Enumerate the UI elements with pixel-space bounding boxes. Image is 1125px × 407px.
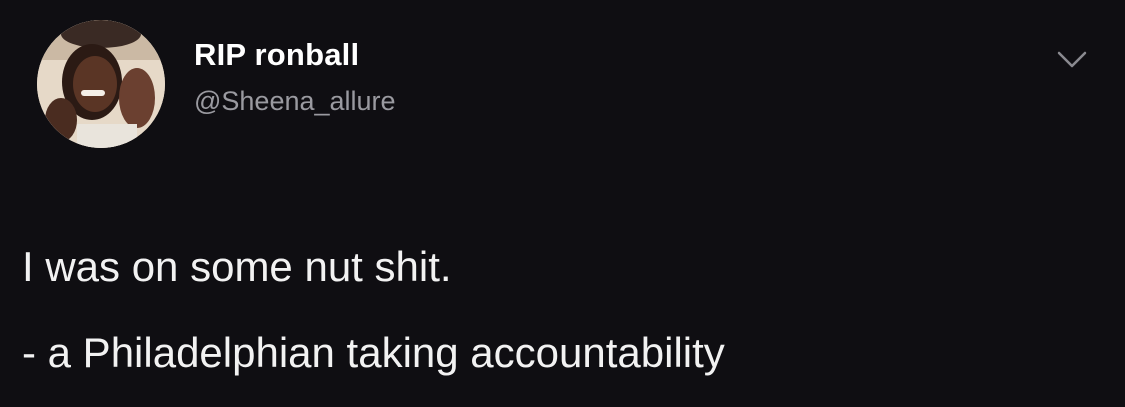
avatar[interactable] xyxy=(37,20,165,148)
tweet-text: I was on some nut shit. - a Philadelphia… xyxy=(22,224,725,396)
user-handle[interactable]: @Sheena_allure xyxy=(194,86,396,117)
avatar-image xyxy=(37,20,165,148)
tweet-text-line-2: - a Philadelphian taking accountability xyxy=(22,329,725,376)
tweet-card: RIP ronball @Sheena_allure I was on some… xyxy=(0,0,1125,407)
tweet-text-line-1: I was on some nut shit. xyxy=(22,243,452,290)
display-name[interactable]: RIP ronball xyxy=(194,37,359,73)
chevron-down-icon[interactable] xyxy=(1055,48,1089,72)
